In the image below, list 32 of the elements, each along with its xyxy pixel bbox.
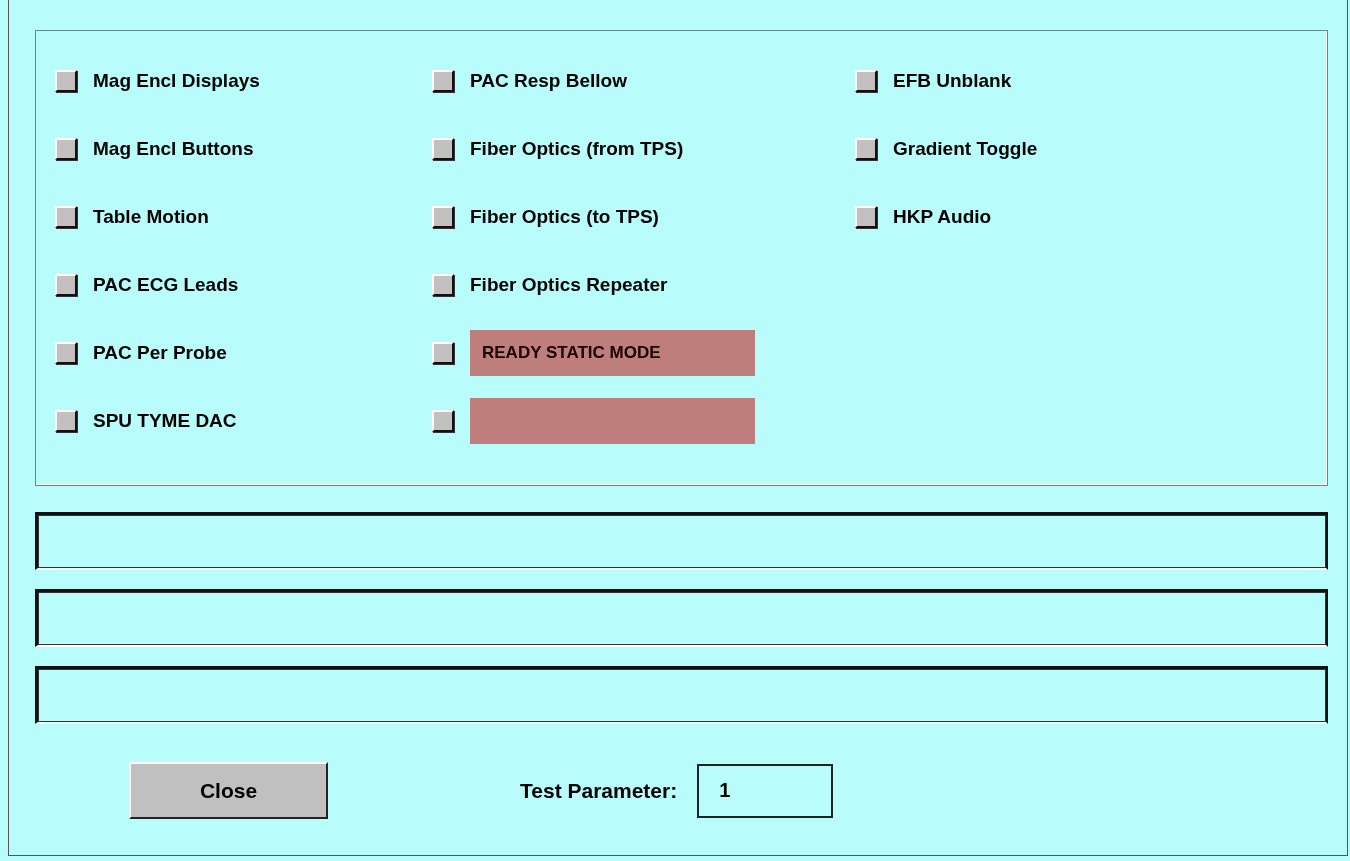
status-field: READY STATIC MODE	[470, 330, 755, 376]
button-label: Table Motion	[93, 206, 209, 228]
button-label: SPU TYME DAC	[93, 410, 237, 432]
button-label: EFB Unblank	[893, 70, 1012, 92]
button-label: Mag Encl Displays	[93, 70, 260, 92]
test-parameter-label: Test Parameter:	[520, 778, 678, 803]
toggle-button[interactable]	[55, 138, 77, 160]
button-label: PAC Per Probe	[93, 342, 227, 364]
button-label: PAC ECG Leads	[93, 274, 239, 296]
toggle-button[interactable]	[432, 342, 454, 364]
button-label: Fiber Optics (to TPS)	[470, 206, 659, 228]
button-label: PAC Resp Bellow	[470, 70, 627, 92]
toggle-button[interactable]	[432, 274, 454, 296]
toggle-button[interactable]	[55, 274, 77, 296]
close-button[interactable]: Close	[129, 762, 328, 819]
toggle-button[interactable]	[855, 70, 877, 92]
button-label: Fiber Optics Repeater	[470, 274, 668, 296]
button-label: HKP Audio	[893, 206, 992, 228]
button-label: Fiber Optics (from TPS)	[470, 138, 684, 160]
toggle-button[interactable]	[55, 70, 77, 92]
toggle-button[interactable]	[55, 342, 77, 364]
toggle-button[interactable]	[55, 410, 77, 432]
button-label: Gradient Toggle	[893, 138, 1038, 160]
toggle-button[interactable]	[855, 138, 877, 160]
toggle-button[interactable]	[432, 410, 454, 432]
toggle-button[interactable]	[55, 206, 77, 228]
toggle-button[interactable]	[432, 138, 454, 160]
toggle-button[interactable]	[432, 70, 454, 92]
toggle-button[interactable]	[855, 206, 877, 228]
test-parameter-field[interactable]: 1	[697, 763, 834, 818]
button-label: Mag Encl Buttons	[93, 138, 254, 160]
toggle-button[interactable]	[432, 206, 454, 228]
